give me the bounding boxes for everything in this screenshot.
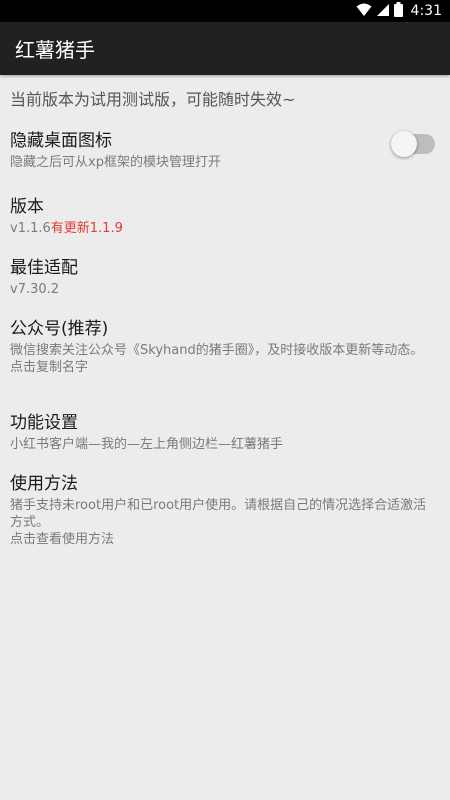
version-summary: v1.1.6有更新1.1.9 bbox=[10, 220, 435, 237]
setting-summary: 猪手支持未root用户和已root用户使用。请根据自己的情况选择合适激活方式。 bbox=[10, 498, 427, 530]
setting-wechat[interactable]: 公众号(推荐) 微信搜索关注公众号《Skyhand的猪手圈》，及时接收版本更新等… bbox=[10, 318, 435, 376]
trial-notice: 当前版本为试用测试版，可能随时失效~ bbox=[10, 90, 296, 109]
setting-summary: v7.30.2 bbox=[10, 282, 60, 297]
setting-summary: 隐藏之后可从xp框架的模块管理打开 bbox=[10, 155, 221, 170]
current-version: v1.1.6 bbox=[10, 221, 51, 236]
copy-name-action[interactable]: 点击复制名字 bbox=[10, 359, 435, 376]
setting-hide-icon[interactable]: 隐藏桌面图标 隐藏之后可从xp框架的模块管理打开 bbox=[10, 130, 435, 171]
wifi-icon bbox=[356, 2, 372, 21]
setting-summary: 微信搜索关注公众号《Skyhand的猪手圈》，及时接收版本更新等动态。 bbox=[10, 343, 424, 358]
battery-icon bbox=[393, 1, 403, 21]
setting-title: 使用方法 bbox=[10, 474, 78, 494]
setting-title: 隐藏桌面图标 bbox=[10, 131, 112, 151]
setting-usage[interactable]: 使用方法 猪手支持未root用户和已root用户使用。请根据自己的情况选择合适激… bbox=[10, 473, 435, 548]
setting-version[interactable]: 版本 v1.1.6有更新1.1.9 bbox=[10, 196, 435, 237]
status-icons: 4:31 bbox=[356, 0, 442, 22]
setting-summary: 小红书客户端—我的—左上角侧边栏—红薯猪手 bbox=[10, 437, 284, 452]
setting-best-fit[interactable]: 最佳适配 v7.30.2 bbox=[10, 257, 435, 298]
setting-title: 功能设置 bbox=[10, 413, 78, 433]
toggle-thumb bbox=[391, 131, 417, 157]
signal-icon bbox=[376, 2, 390, 21]
app-toolbar: 红薯猪手 bbox=[0, 22, 450, 75]
update-available: 有更新1.1.9 bbox=[50, 221, 123, 236]
toolbar-title: 红薯猪手 bbox=[15, 38, 95, 62]
status-bar: 4:31 bbox=[0, 0, 450, 22]
setting-feature[interactable]: 功能设置 小红书客户端—我的—左上角侧边栏—红薯猪手 bbox=[10, 412, 435, 453]
status-time: 4:31 bbox=[410, 3, 442, 19]
setting-title: 版本 bbox=[10, 197, 44, 217]
hide-icon-toggle[interactable] bbox=[391, 131, 435, 157]
setting-title: 最佳适配 bbox=[10, 258, 78, 278]
view-usage-action[interactable]: 点击查看使用方法 bbox=[10, 531, 435, 548]
setting-title: 公众号(推荐) bbox=[10, 319, 109, 339]
